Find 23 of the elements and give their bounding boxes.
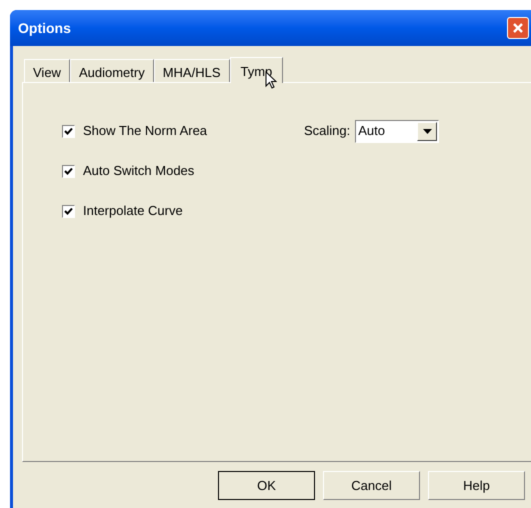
check-icon	[64, 206, 73, 216]
check-icon	[64, 166, 73, 176]
scaling-label: Scaling:	[304, 122, 350, 140]
dialog-button[interactable]: Cancel	[323, 471, 420, 500]
checkbox-label[interactable]: Show The Norm Area	[83, 121, 208, 141]
checkbox-label[interactable]: Interpolate Curve	[83, 201, 183, 221]
tab[interactable]: View	[24, 59, 70, 82]
scaling-dropdown[interactable]: Auto	[355, 120, 440, 142]
window-title: Options	[18, 18, 71, 38]
tab[interactable]: MHA/HLS	[154, 59, 230, 82]
close-icon	[512, 22, 524, 34]
dropdown-arrow-button[interactable]	[417, 122, 438, 140]
dropdown-value: Auto	[357, 122, 385, 140]
checkbox[interactable]	[62, 124, 75, 138]
dialog-button[interactable]: Help	[428, 471, 525, 500]
checkbox-label[interactable]: Auto Switch Modes	[83, 161, 194, 181]
caret-icon	[422, 128, 432, 134]
check-icon	[64, 126, 73, 136]
close-button[interactable]	[507, 17, 529, 39]
tab[interactable]: Audiometry	[70, 59, 154, 82]
dialog-button[interactable]: OK	[218, 471, 315, 500]
checkbox[interactable]	[62, 204, 75, 218]
checkbox[interactable]	[62, 164, 75, 178]
